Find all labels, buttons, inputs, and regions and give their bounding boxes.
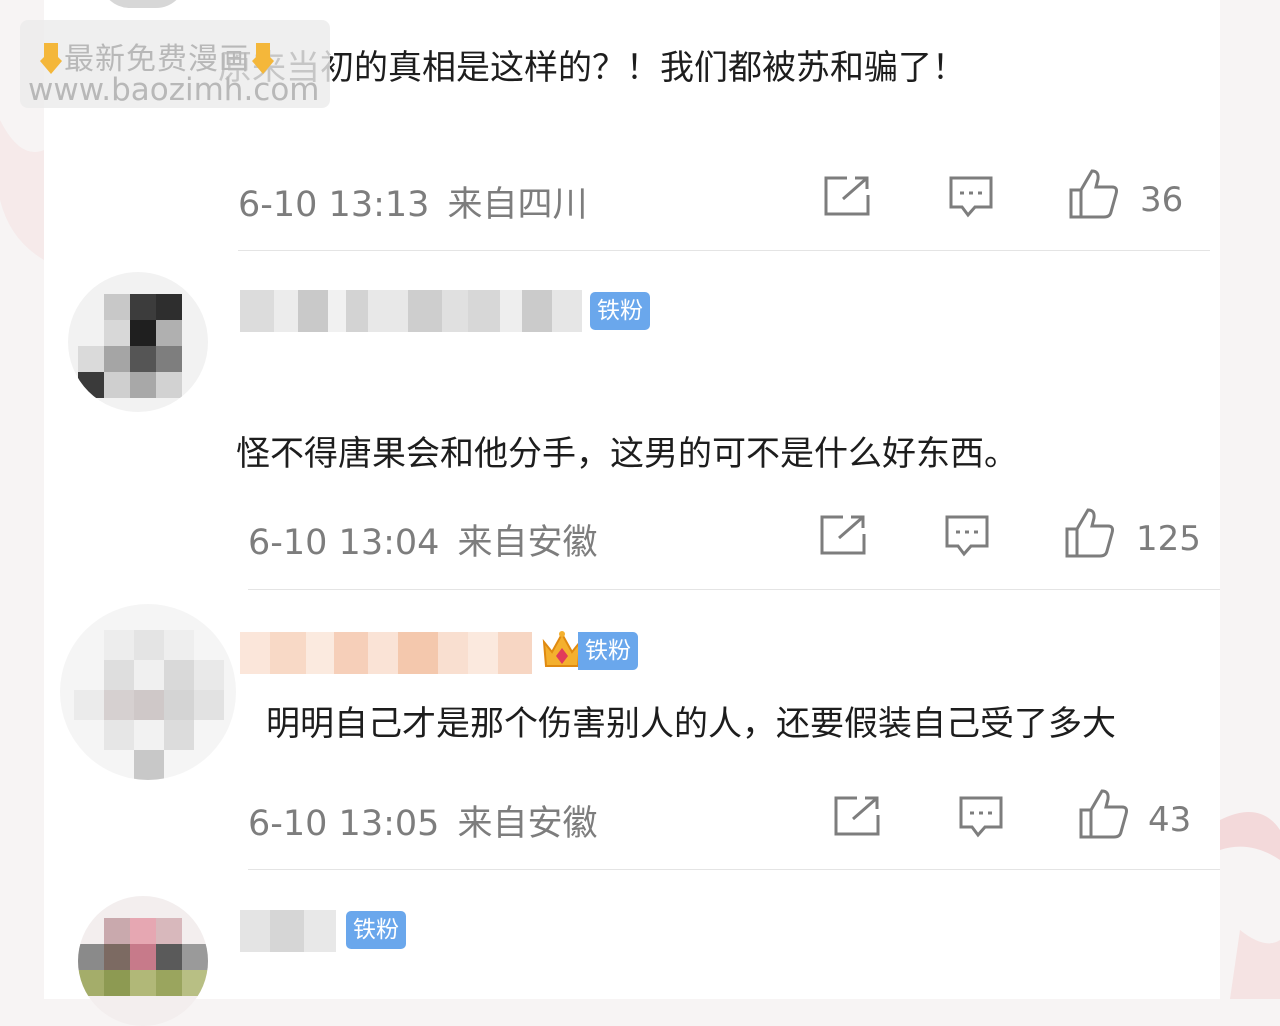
comment-panel — [44, 0, 1220, 999]
thumbs-up-icon — [1079, 789, 1128, 839]
pointing-down-icon — [40, 43, 62, 74]
comment-time: 6-10 13:04 — [248, 523, 440, 563]
divider — [248, 589, 1220, 590]
comment-icon — [959, 796, 1003, 838]
like-count: 125 — [1136, 519, 1201, 559]
watermark-line2: www.baozimh.com — [28, 72, 320, 108]
pointing-down-icon — [252, 43, 274, 74]
comment-location: 来自四川 — [447, 185, 588, 225]
comment-button[interactable] — [958, 795, 1004, 839]
avatar[interactable] — [78, 896, 208, 1026]
divider — [248, 869, 1220, 870]
share-button[interactable] — [823, 175, 871, 217]
comment-time: 6-10 13:05 — [248, 804, 440, 844]
comment-icon — [945, 515, 989, 557]
comment-text: 怪不得唐果会和他分手，这男的可不是什么好东西。 — [236, 434, 1018, 474]
comment-meta: 6-10 13:04 来自安徽 — [248, 514, 597, 565]
fan-badge: 铁粉 — [346, 911, 406, 949]
thumbs-up-icon — [1069, 169, 1118, 219]
comment-button[interactable] — [944, 514, 990, 558]
like-button[interactable] — [1068, 168, 1120, 220]
comment-icon — [949, 176, 993, 218]
like-button[interactable] — [1078, 788, 1130, 840]
comment-meta: 6-10 13:13 来自四川 — [238, 176, 587, 227]
share-button[interactable] — [833, 795, 881, 837]
divider — [238, 250, 1210, 251]
share-button[interactable] — [819, 514, 867, 556]
avatar[interactable] — [60, 604, 236, 780]
share-icon — [824, 176, 870, 216]
watermark: 最新免费漫画 www.baozimh.com — [20, 20, 330, 108]
comment-meta: 6-10 13:05 来自安徽 — [248, 795, 597, 846]
avatar[interactable] — [68, 272, 208, 412]
username[interactable] — [240, 632, 532, 674]
username[interactable] — [240, 910, 336, 952]
comment-button[interactable] — [948, 175, 994, 219]
thumbs-up-icon — [1065, 508, 1114, 558]
comment-location: 来自安徽 — [457, 804, 598, 844]
share-icon — [820, 515, 866, 555]
comment-text: 原来当初的真相是这样的？！我们都被苏和骗了！ — [218, 48, 966, 88]
comment-text: 明明自己才是那个伤害别人的人，还要假装自己受了多大 — [266, 704, 1116, 744]
fan-badge: 铁粉 — [590, 292, 650, 330]
like-count: 43 — [1148, 800, 1192, 840]
like-count: 36 — [1140, 180, 1184, 220]
comment-time: 6-10 13:13 — [238, 185, 430, 225]
username[interactable] — [240, 290, 582, 332]
fan-badge: 铁粉 — [578, 632, 638, 670]
like-button[interactable] — [1064, 507, 1116, 559]
share-icon — [834, 796, 880, 836]
comment-location: 来自安徽 — [457, 523, 598, 563]
